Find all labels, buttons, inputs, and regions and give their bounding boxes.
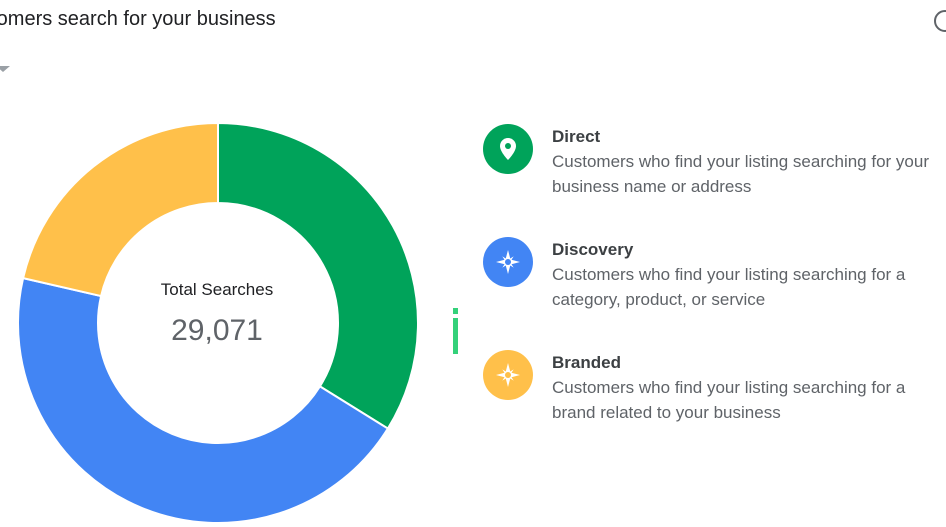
donut-center: Total Searches 29,071 — [117, 280, 317, 348]
donut-slice-branded[interactable] — [21, 121, 219, 298]
legend-desc-discovery: Customers who find your listing searchin… — [552, 265, 906, 309]
accent-mark — [453, 308, 458, 354]
direct-icon-circle — [483, 124, 533, 174]
location-pin-icon — [500, 138, 516, 160]
legend-title-discovery: Discovery — [552, 240, 634, 259]
legend-desc-branded: Customers who find your listing searchin… — [552, 378, 906, 422]
discovery-icon-circle — [483, 237, 533, 287]
total-searches-value: 29,071 — [171, 314, 263, 347]
compass-icon — [496, 363, 520, 387]
compass-icon — [496, 250, 520, 274]
branded-icon-circle — [483, 350, 533, 400]
help-icon[interactable] — [934, 10, 946, 32]
legend-title-direct: Direct — [552, 127, 601, 146]
legend-desc-direct: Customers who find your listing searchin… — [552, 152, 929, 196]
legend-title-branded: Branded — [552, 353, 621, 372]
page-title: ustomers search for your business — [0, 8, 276, 30]
dropdown-caret-icon[interactable] — [0, 66, 10, 72]
total-searches-label: Total Searches — [160, 280, 274, 299]
donut-slice-direct[interactable] — [217, 121, 419, 430]
